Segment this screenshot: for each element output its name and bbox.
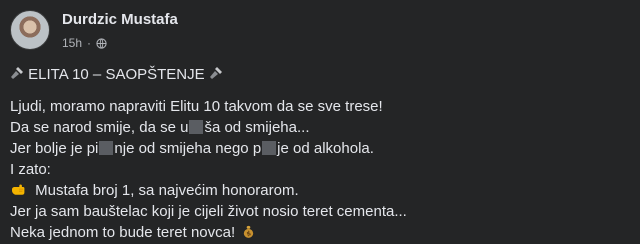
text-fragment: Mustafa broj 1, sa najvećim honorarom.: [35, 182, 299, 199]
post-line-4: I zato:: [10, 161, 51, 178]
globe-icon: [96, 37, 107, 49]
redaction-block: [99, 141, 114, 155]
facebook-post: Durdzic Mustafa 15h · ELITA 10 – SAOPŠTE…: [0, 0, 640, 244]
microphone-icon: [11, 67, 23, 79]
text-fragment: Neka jednom to bude teret novca!: [10, 224, 236, 241]
meta-separator: ·: [87, 36, 92, 50]
post-title: ELITA 10 – SAOPŠTENJE: [28, 66, 205, 83]
post-line-2: Da se narod smije, da se u ša od smijeha.…: [10, 117, 630, 138]
text-fragment: je od alkohola.: [277, 140, 374, 157]
money-bag-icon: [244, 225, 254, 238]
post-meta: 15h ·: [62, 35, 107, 51]
pointing-hand-icon: [12, 184, 25, 195]
author-name[interactable]: Durdzic Mustafa: [62, 11, 178, 28]
post-line-3: Jer bolje je pi nje od smijeha nego p je o…: [10, 138, 630, 159]
post-body: Ljudi, moramo napraviti Elitu 10 takvom …: [10, 96, 630, 243]
microphone-icon: [209, 67, 222, 79]
redaction-block: [262, 141, 277, 155]
redaction-block: [189, 120, 204, 134]
author-avatar[interactable]: [10, 10, 50, 50]
post-line-1: Ljudi, moramo napraviti Elitu 10 takvom …: [10, 98, 383, 115]
text-fragment: nje od smijeha nego p: [114, 140, 262, 157]
post-line-5: Mustafa broj 1, sa najvećim honorarom.: [10, 180, 630, 201]
post-line-6: Jer ja sam bauštelac koji je cijeli živo…: [10, 203, 407, 220]
post-title-line: ELITA 10 – SAOPŠTENJE: [10, 66, 223, 83]
post-line-7: Neka jednom to bude teret novca!: [10, 222, 630, 243]
text-fragment: Da se narod smije, da se u: [10, 119, 189, 136]
text-fragment: Jer bolje je pi: [10, 140, 99, 157]
text-fragment: ša od smijeha...: [204, 119, 310, 136]
post-time[interactable]: 15h: [62, 36, 82, 50]
